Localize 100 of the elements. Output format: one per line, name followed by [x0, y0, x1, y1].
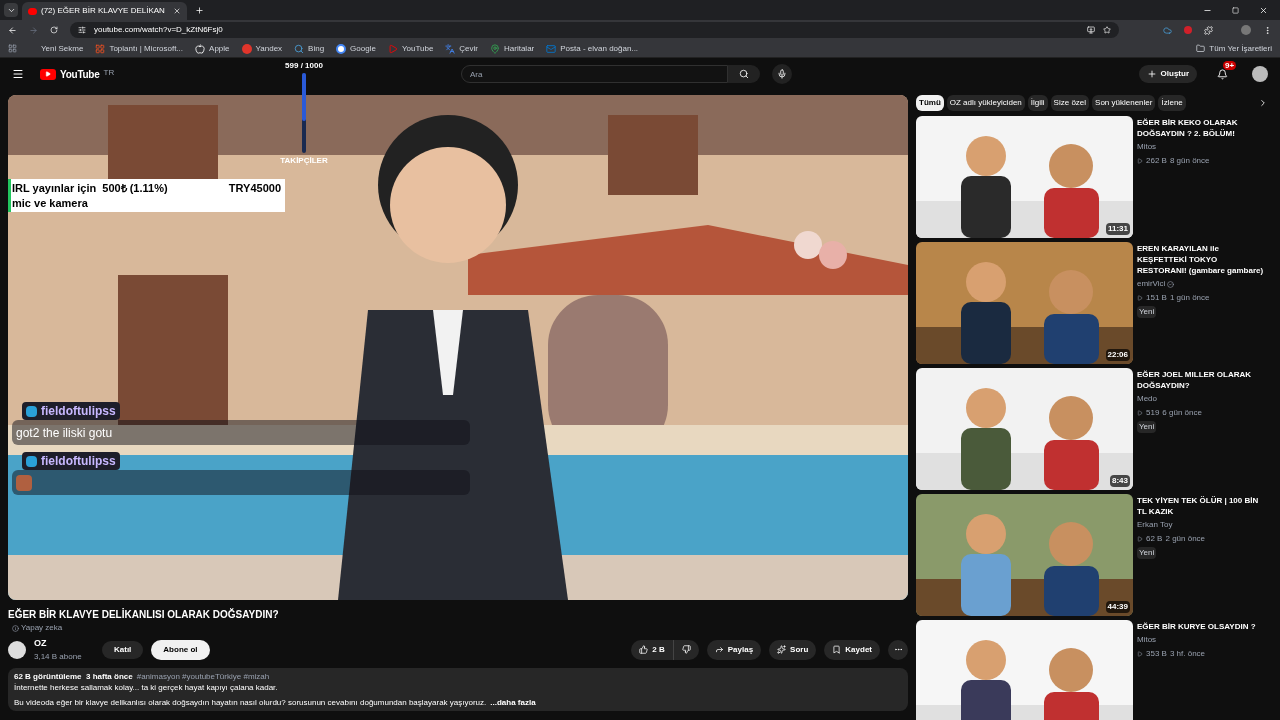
voice-search-button[interactable] [771, 64, 792, 84]
view-stats: 62 B görüntüleme 3 hafta önce [14, 670, 133, 682]
channel-name[interactable]: Medo [1137, 393, 1157, 405]
cloud-icon[interactable] [1163, 25, 1172, 35]
filter-chip[interactable]: Son yüklenenler [1092, 95, 1156, 111]
tab-title: (72) EĞER BİR KLAVYE DELİKAN [41, 5, 165, 17]
notification-count: 9+ [1223, 60, 1237, 70]
menu-icon[interactable] [12, 68, 24, 80]
url-text: youtube.com/watch?v=D_kZtN6Fsj0 [94, 24, 223, 36]
video-stats: 262 B 8 gün önce [1137, 155, 1268, 167]
filter-chip[interactable]: OZ adlı yükleyiciden [946, 95, 1025, 111]
duration-badge: 11:31 [1105, 223, 1130, 235]
play-icon [1137, 410, 1143, 416]
browser-tab[interactable]: (72) EĞER BİR KLAVYE DELİKAN [22, 2, 187, 20]
save-button[interactable]: Kaydet [824, 639, 880, 660]
profile-avatar[interactable] [1241, 25, 1251, 35]
channel-name[interactable]: Mitos [1137, 141, 1157, 153]
reload-icon[interactable] [50, 26, 58, 34]
chat-username-tag: fieldoftulipss [22, 402, 120, 420]
donation-amount: TRY45000 [228, 181, 281, 196]
subscriber-count: 3,14 B abone [34, 650, 83, 663]
star-icon[interactable] [1103, 26, 1111, 34]
join-button[interactable]: Katıl [102, 640, 144, 659]
video-title[interactable]: EĞER BİR KURYE OLSAYDIN ? [1137, 621, 1256, 632]
notifications-icon[interactable] [1217, 68, 1228, 80]
search-button[interactable] [727, 65, 760, 83]
channel-name[interactable]: OZ [34, 637, 94, 651]
chevron-right-icon[interactable] [1258, 98, 1268, 108]
thumbs-down-icon [681, 645, 691, 655]
extensions-icon[interactable] [1204, 25, 1213, 35]
bookmark-link[interactable]: Yandex [241, 42, 283, 55]
search-field[interactable]: Ara [460, 65, 728, 83]
channel-avatar[interactable] [8, 640, 26, 659]
share-button[interactable]: Paylaş [706, 639, 762, 660]
subscribe-button[interactable]: Abone ol [151, 639, 210, 660]
video-title[interactable]: EREN KARAYILAN ile KEŞFETTEKİ TOKYO RESTORANI! (gambare gambare) [1137, 243, 1268, 276]
new-badge: Yeni [1137, 306, 1157, 318]
description-text: İnternette herkese sallamak kolay... ta ki gerçek hayat kapıyı çalana kadar. [14, 681, 279, 693]
goal-reading: 599 / 1000 [285, 60, 323, 72]
video-stats: 353 B 3 hf. önce [1137, 648, 1256, 660]
close-icon[interactable] [1259, 5, 1268, 15]
new-tab-icon[interactable] [194, 5, 204, 15]
goal-caption: TAKİPÇİLER [280, 155, 328, 167]
play-icon [1137, 158, 1143, 164]
bookmark-link[interactable]: Toplantı | Microsoft... [95, 42, 184, 55]
video-stats: 62 B 2 gün önce [1137, 533, 1268, 545]
search-icon [738, 69, 749, 79]
filter-chip[interactable]: İlgili [1027, 95, 1048, 111]
bookmark-link[interactable]: Apple [195, 42, 230, 55]
site-settings-icon[interactable] [78, 26, 86, 34]
channel-name[interactable]: Erkan Toy [1137, 519, 1173, 531]
video-stats: 519 6 gün önce [1137, 407, 1268, 419]
show-more-link[interactable]: ...daha fazla [490, 696, 536, 708]
video-title[interactable]: EĞER JOEL MILLER OLARAK DOĞSAYDIN? [1137, 369, 1268, 391]
close-icon[interactable] [172, 7, 181, 15]
play-icon [1137, 295, 1143, 301]
install-icon[interactable] [1087, 26, 1095, 34]
sparkle-icon [777, 645, 787, 655]
filter-chip[interactable]: Tümü [916, 95, 944, 111]
restore-icon[interactable] [1232, 6, 1239, 14]
bookmark-link[interactable]: Çevir [445, 42, 478, 55]
duration-badge: 8:43 [1110, 475, 1130, 487]
youtube-logo[interactable]: YouTube TR [40, 66, 115, 82]
bookmark-link[interactable]: Google [336, 42, 376, 55]
bookmark-link[interactable]: YouTube [387, 42, 434, 55]
new-badge: Yeni [1137, 421, 1157, 433]
all-bookmarks-link[interactable]: Tüm Yer İşaretleri [1196, 42, 1272, 55]
filter-chip[interactable]: İzlene [1158, 95, 1186, 111]
map-pin-icon [490, 43, 500, 54]
donation-goal-subtitle: mic ve kamera [12, 196, 89, 210]
bookmark-link[interactable]: Haritalar [490, 42, 535, 55]
share-icon [714, 645, 724, 655]
bookmark-link[interactable]: Bing [294, 42, 325, 55]
youtube-favicon-icon [28, 7, 37, 15]
filter-chip[interactable]: Size özel [1050, 95, 1090, 111]
like-button[interactable]: 2 B [631, 639, 673, 660]
ask-button[interactable]: Soru [769, 639, 817, 660]
bookmark-link[interactable]: Yeni Sekme [41, 42, 84, 55]
search-icon [294, 43, 305, 54]
apps-icon[interactable] [8, 44, 17, 53]
channel-name[interactable]: emirVici [1137, 278, 1175, 290]
info-icon [12, 624, 19, 632]
microphone-icon [776, 69, 787, 79]
tab-list-button[interactable] [4, 3, 18, 17]
description-panel[interactable] [8, 667, 908, 711]
account-avatar[interactable] [1252, 66, 1268, 82]
duration-badge: 22:06 [1105, 349, 1130, 361]
back-icon[interactable] [8, 25, 17, 35]
chat-username-tag: fieldoftulipss [22, 452, 120, 470]
create-button[interactable]: Oluştur [1138, 65, 1197, 83]
channel-name[interactable]: Mitos [1137, 634, 1157, 646]
bookmark-link[interactable]: Posta - elvan doğan... [546, 42, 639, 55]
address-field[interactable]: youtube.com/watch?v=D_kZtN6Fsj0 [70, 22, 1119, 38]
play-icon [1137, 536, 1143, 542]
folder-icon [1196, 44, 1206, 53]
video-title[interactable]: EĞER BİR KEKO OLARAK DOĞSAYDIN ? 2. BÖLÜM! [1137, 117, 1268, 139]
menu-icon[interactable] [1263, 25, 1272, 35]
play-icon [387, 43, 398, 54]
video-title[interactable]: TEK YİYEN TEK ÖLÜR | 100 BİN TL KAZIK [1137, 495, 1268, 517]
mail-icon [546, 43, 557, 54]
